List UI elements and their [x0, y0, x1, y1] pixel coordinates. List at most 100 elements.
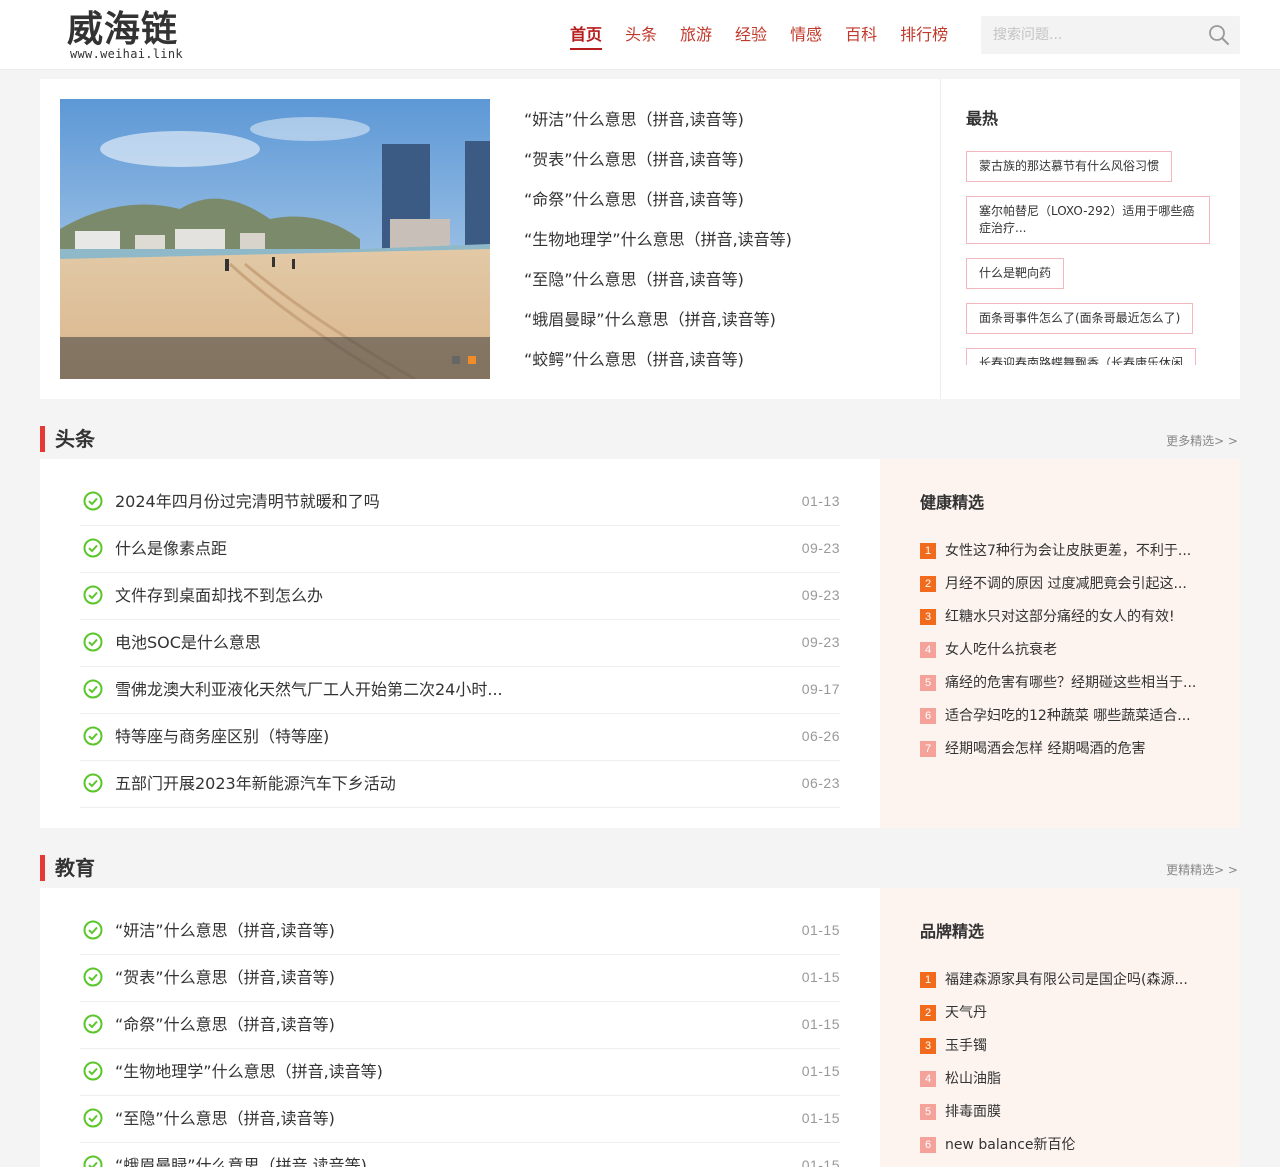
article-date: 01-15 — [801, 969, 840, 985]
article-title[interactable]: 什么是像素点距 — [115, 538, 227, 560]
rank-title[interactable]: 女人吃什么抗衰老 — [945, 640, 1057, 660]
feature-article[interactable]: “贺表”什么意思（拼音,读音等) — [524, 148, 924, 188]
hot-tag[interactable]: 面条哥事件怎么了(面条哥最近怎么了) — [966, 303, 1194, 334]
rank-item[interactable]: 1 女性这7种行为会让皮肤更差，不利于... — [920, 541, 1210, 574]
rank-title[interactable]: 红糖水只对这部分痛经的女人的有效! — [945, 607, 1175, 627]
rank-title[interactable]: 福建森源家具有限公司是国企吗(森源... — [945, 970, 1188, 990]
list-item[interactable]: “蛾眉曼睩”什么意思（拼音,读音等) 01-15 — [80, 1143, 840, 1167]
rank-number: 5 — [920, 1104, 936, 1120]
more-link[interactable]: 更精精选> > — [1166, 861, 1238, 878]
rank-list: 1 女性这7种行为会让皮肤更差，不利于... 2 月经不调的原因 过度减肥竟会引起这… — [920, 541, 1210, 772]
rank-item[interactable]: 2 月经不调的原因 过度减肥竟会引起这... — [920, 574, 1210, 607]
article-date: 06-23 — [801, 775, 840, 791]
check-circle-icon — [83, 538, 103, 558]
hot-tag[interactable]: 什么是靶向药 — [966, 258, 1065, 289]
article-title[interactable]: “命祭”什么意思（拼音,读音等) — [115, 1014, 335, 1036]
list-item[interactable]: “贺表”什么意思（拼音,读音等) 01-15 — [80, 955, 840, 1002]
feature-article[interactable]: “至隐”什么意思（拼音,读音等) — [524, 268, 924, 308]
rank-item[interactable]: 2 天气丹 — [920, 1003, 1210, 1036]
rank-item[interactable]: 4 女人吃什么抗衰老 — [920, 640, 1210, 673]
rank-item[interactable]: 3 玉手镯 — [920, 1036, 1210, 1069]
article-title[interactable]: “蛾眉曼睩”什么意思（拼音,读音等) — [115, 1155, 367, 1167]
rank-title[interactable]: 适合孕妇吃的12种蔬菜 哪些蔬菜适合... — [945, 706, 1191, 726]
feature-article[interactable]: “妍洁”什么意思（拼音,读音等) — [524, 108, 924, 148]
rank-item[interactable]: 5 痛经的危害有哪些？经期碰这些相当于... — [920, 673, 1210, 706]
feature-article[interactable]: “命祭”什么意思（拼音,读音等) — [524, 188, 924, 228]
nav-emotion[interactable]: 情感 — [790, 22, 822, 50]
article-date: 01-13 — [801, 493, 840, 509]
section-accent-bar — [40, 855, 45, 881]
rank-item[interactable]: 7 经期喝酒会怎样 经期喝酒的危害 — [920, 739, 1210, 772]
list-item[interactable]: 电池SOC是什么意思 09-23 — [80, 620, 840, 667]
nav-experience[interactable]: 经验 — [735, 22, 767, 50]
list-item[interactable]: “妍洁”什么意思（拼音,读音等) 01-15 — [80, 908, 840, 955]
rank-title[interactable]: 经期喝酒会怎样 经期喝酒的危害 — [945, 739, 1145, 759]
nav-travel[interactable]: 旅游 — [680, 22, 712, 50]
list-item[interactable]: “生物地理学”什么意思（拼音,读音等) 01-15 — [80, 1049, 840, 1096]
article-title[interactable]: 五部门开展2023年新能源汽车下乡活动 — [115, 773, 396, 795]
feature-article[interactable]: “蛟鳄”什么意思（拼音,读音等) — [524, 348, 924, 388]
search-icon[interactable] — [1208, 24, 1230, 46]
rank-title[interactable]: 排毒面膜 — [945, 1102, 1001, 1122]
banner-carousel[interactable] — [60, 99, 490, 379]
article-title[interactable]: 2024年四月份过完清明节就暖和了吗 — [115, 491, 380, 513]
main-nav: 首页 头条 旅游 经验 情感 百科 排行榜 — [570, 22, 971, 50]
search-input[interactable] — [981, 16, 1196, 54]
article-title[interactable]: 特等座与商务座区别（特等座) — [115, 726, 329, 748]
rank-title[interactable]: 痛经的危害有哪些？经期碰这些相当于... — [945, 673, 1196, 693]
check-circle-icon — [83, 967, 103, 987]
list-item[interactable]: 特等座与商务座区别（特等座) 06-26 — [80, 714, 840, 761]
hot-tag[interactable]: 蒙古族的那达慕节有什么风俗习惯 — [966, 151, 1173, 182]
list-item[interactable]: 雪佛龙澳大利亚液化天然气厂工人开始第二次24小时... 09-17 — [80, 667, 840, 714]
rank-title[interactable]: 月经不调的原因 过度减肥竟会引起这... — [945, 574, 1187, 594]
list-item[interactable]: “命祭”什么意思（拼音,读音等) 01-15 — [80, 1002, 840, 1049]
list-item[interactable]: “至隐”什么意思（拼音,读音等) 01-15 — [80, 1096, 840, 1143]
rank-number: 2 — [920, 576, 936, 592]
rank-number: 3 — [920, 1038, 936, 1054]
nav-home[interactable]: 首页 — [570, 22, 603, 50]
rank-item[interactable]: 1 福建森源家具有限公司是国企吗(森源... — [920, 970, 1210, 1003]
nav-ranking[interactable]: 排行榜 — [900, 22, 948, 50]
rank-number: 7 — [920, 741, 936, 757]
list-item[interactable]: 五部门开展2023年新能源汽车下乡活动 06-23 — [80, 761, 840, 808]
rank-item[interactable]: 6 new balance新百伦 — [920, 1135, 1210, 1167]
rank-title[interactable]: 松山油脂 — [945, 1069, 1001, 1089]
rank-title[interactable]: 天气丹 — [945, 1003, 987, 1023]
nav-encyclopedia[interactable]: 百科 — [845, 22, 877, 50]
article-list: 2024年四月份过完清明节就暖和了吗 01-13 什么是像素点距 09-23 文… — [80, 479, 840, 808]
article-title[interactable]: 雪佛龙澳大利亚液化天然气厂工人开始第二次24小时... — [115, 679, 503, 701]
rank-item[interactable]: 6 适合孕妇吃的12种蔬菜 哪些蔬菜适合... — [920, 706, 1210, 739]
rank-number: 5 — [920, 675, 936, 691]
rank-item[interactable]: 4 松山油脂 — [920, 1069, 1210, 1102]
article-date: 01-15 — [801, 1063, 840, 1079]
carousel-dot-2[interactable] — [468, 356, 476, 364]
list-item[interactable]: 2024年四月份过完清明节就暖和了吗 01-13 — [80, 479, 840, 526]
article-title[interactable]: 电池SOC是什么意思 — [115, 632, 261, 654]
rank-title[interactable]: 玉手镯 — [945, 1036, 987, 1056]
rank-title[interactable]: new balance新百伦 — [945, 1135, 1076, 1155]
feature-panel: “妍洁”什么意思（拼音,读音等) “贺表”什么意思（拼音,读音等) “命祭”什么… — [40, 79, 1240, 399]
side-title: 品牌精选 — [920, 922, 985, 941]
article-title[interactable]: “贺表”什么意思（拼音,读音等) — [115, 967, 335, 989]
article-title[interactable]: “生物地理学”什么意思（拼音,读音等) — [115, 1061, 383, 1083]
list-item[interactable]: 文件存到桌面却找不到怎么办 09-23 — [80, 573, 840, 620]
list-item[interactable]: 什么是像素点距 09-23 — [80, 526, 840, 573]
rank-title[interactable]: 女性这7种行为会让皮肤更差，不利于... — [945, 541, 1191, 561]
rank-number: 4 — [920, 642, 936, 658]
feature-article[interactable]: “蛾眉曼睩”什么意思（拼音,读音等) — [524, 308, 924, 348]
logo-url: www.weihai.link — [70, 47, 183, 61]
nav-headlines[interactable]: 头条 — [625, 22, 657, 50]
carousel-dot-1[interactable] — [452, 356, 460, 364]
rank-number: 6 — [920, 708, 936, 724]
hot-tag[interactable]: 塞尔帕替尼（LOXO-292）适用于哪些癌症治疗... — [966, 196, 1210, 244]
rank-number: 6 — [920, 1137, 936, 1153]
article-title[interactable]: “至隐”什么意思（拼音,读音等) — [115, 1108, 335, 1130]
more-link[interactable]: 更多精选> > — [1166, 432, 1238, 449]
article-title[interactable]: “妍洁”什么意思（拼音,读音等) — [115, 920, 335, 942]
feature-article[interactable]: “生物地理学”什么意思（拼音,读音等) — [524, 228, 924, 268]
site-logo[interactable]: 威海链 www.weihai.link — [67, 8, 183, 60]
rank-item[interactable]: 3 红糖水只对这部分痛经的女人的有效! — [920, 607, 1210, 640]
hot-tag[interactable]: 长春迎春南路蝶舞飘香（长春康乐休闲 — [966, 348, 1197, 365]
article-title[interactable]: 文件存到桌面却找不到怎么办 — [115, 585, 323, 607]
rank-item[interactable]: 5 排毒面膜 — [920, 1102, 1210, 1135]
